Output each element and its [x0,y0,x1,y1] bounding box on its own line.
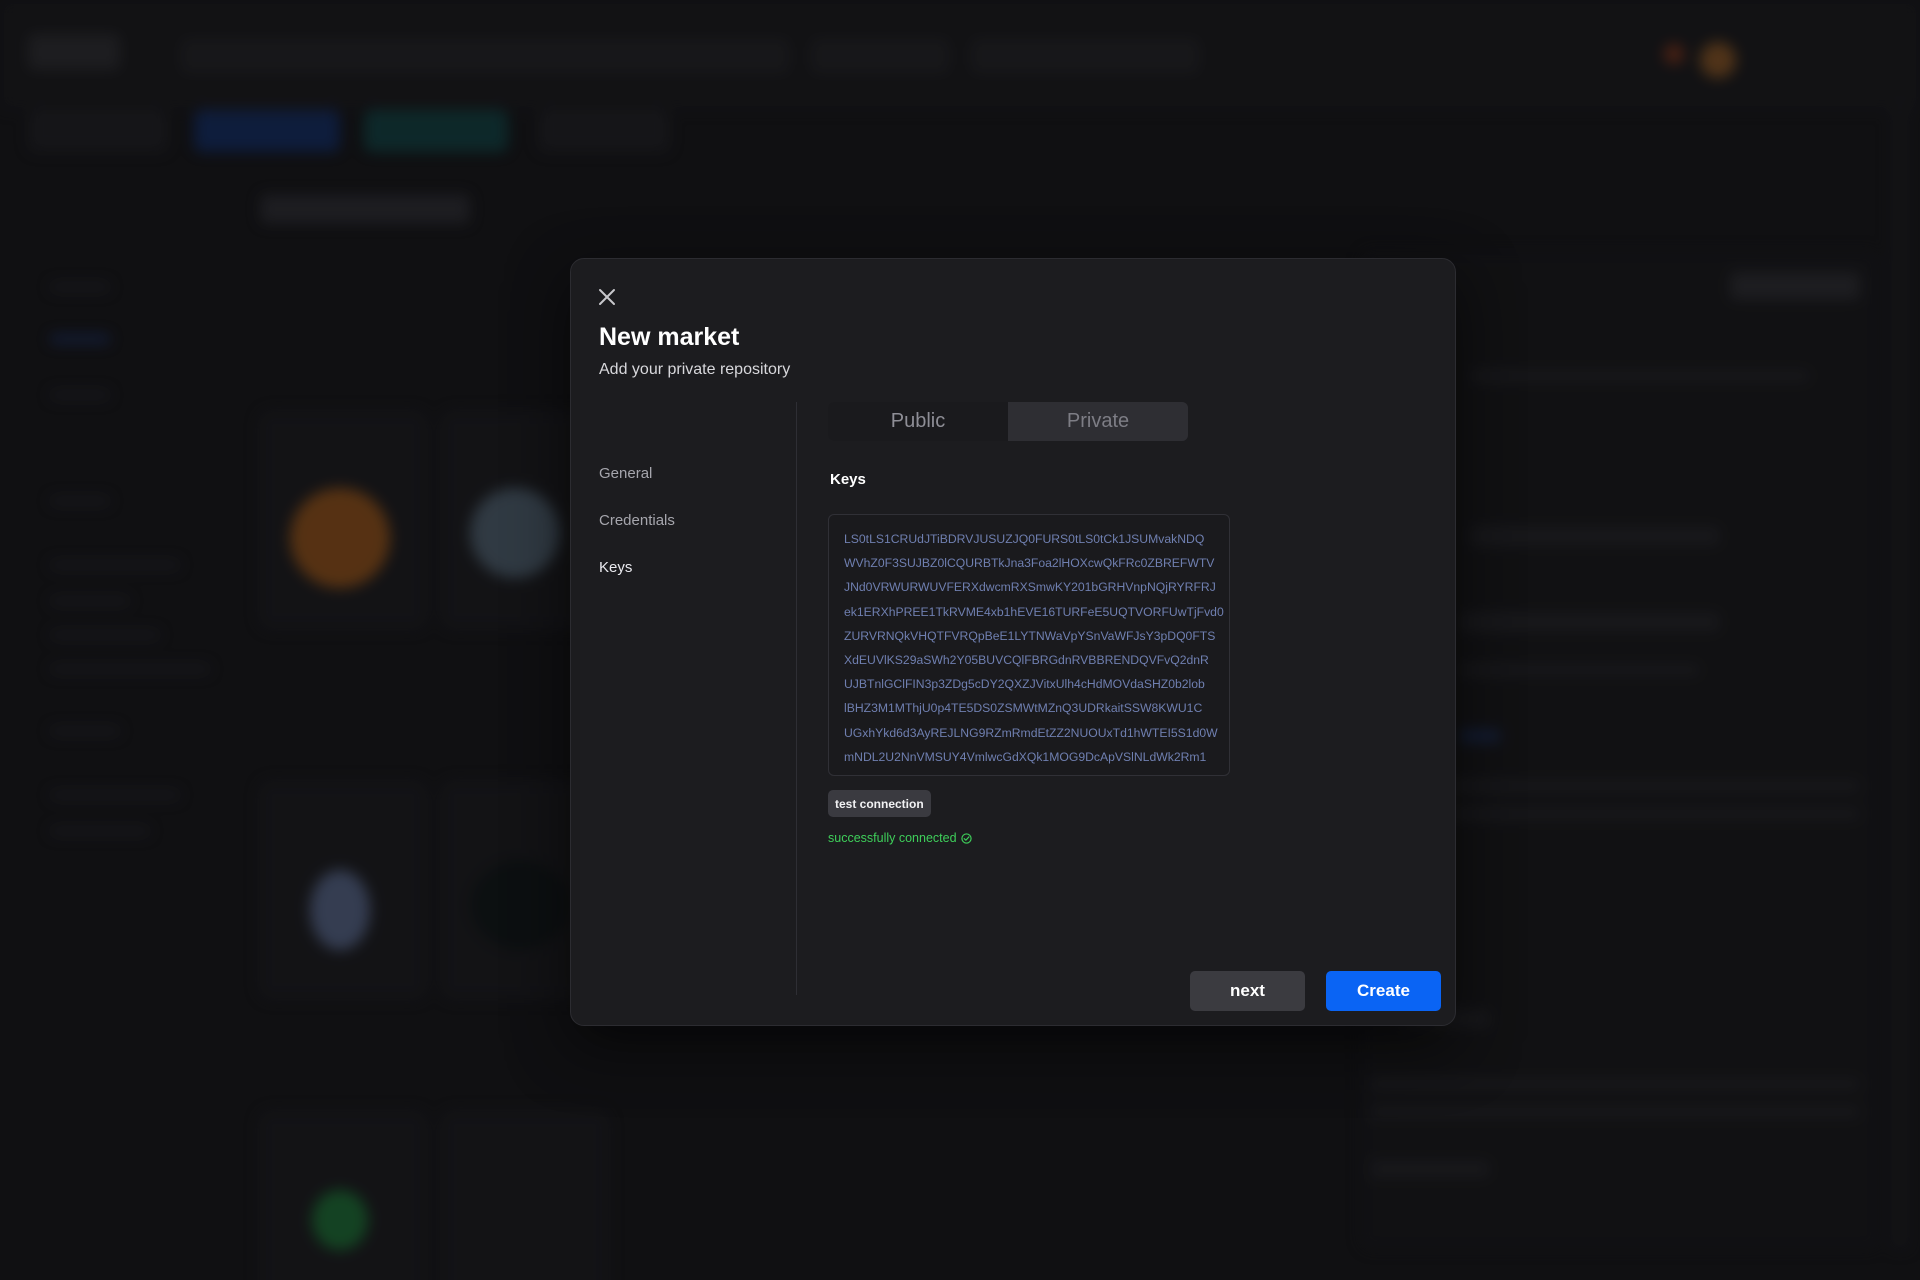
status-text: successfully connected [828,831,957,845]
test-connection-button[interactable]: test connection [828,790,931,817]
keys-textarea[interactable]: LS0tLS1CRUdJTiBDRVJUSUZJQ0FURS0tLS0tCk1J… [828,514,1230,776]
keys-label: Keys [830,471,866,488]
step-general[interactable]: General [599,465,675,512]
close-icon [599,289,615,305]
create-button[interactable]: Create [1326,971,1441,1011]
key-line: WVhZ0F3SUJBZ0lCQURBTkJna3Foa2lHOXcwQkFRc… [844,556,1215,571]
key-line: LS0tLS1CRUdJTiBDRVJUSUZJQ0FURS0tLS0tCk1J… [844,532,1205,546]
next-button[interactable]: next [1190,971,1305,1011]
step-keys[interactable]: Keys [599,559,675,606]
vertical-divider [796,402,797,995]
visibility-toggle: Public Private [828,402,1188,441]
modal-subtitle: Add your private repository [599,361,791,378]
step-navigation: General Credentials Keys [599,465,675,606]
key-line: ZURVRNQkVHQTFVRQpBeE1LYTNWaVpYSnVaWFJsY3… [844,628,1216,643]
step-credentials[interactable]: Credentials [599,512,675,559]
check-circle-icon [960,832,972,844]
toggle-private[interactable]: Private [1008,402,1188,441]
connection-status: successfully connected [828,831,972,845]
toggle-public[interactable]: Public [828,402,1008,441]
modal-title: New market [599,323,740,351]
key-line: UGxhYkd6d3AyREJLNG9RZmRmdEtZZ2NUOUxTd1hW… [844,725,1218,740]
key-line: UJBTnlGClFIN3p3ZDg5cDY2QXZJVitxUlh4cHdMO… [844,677,1205,692]
key-line: mNDL2U2NnVMSUY4VmlwcGdXQk1MOG9DcApVSlNLd… [844,749,1207,764]
key-line: lBHZ3M1MThjU0p4TE5DS0ZSMWtMZnQ3UDRkaitSS… [844,701,1203,716]
key-line: JNd0VRWURWUVFERXdwcmRXSmwKY201bGRHVnpNQj… [844,580,1216,595]
new-market-modal: New market Add your private repository G… [570,258,1456,1026]
key-line: ek1ERXhPREE1TkRVME4xb1hEVE16TURFeE5UQTVO… [844,604,1224,619]
close-button[interactable] [591,281,623,313]
key-line: XdEUVlKS29aSWh2Y05BUVCQlFBRGdnRVBBRENDQV… [844,653,1209,668]
